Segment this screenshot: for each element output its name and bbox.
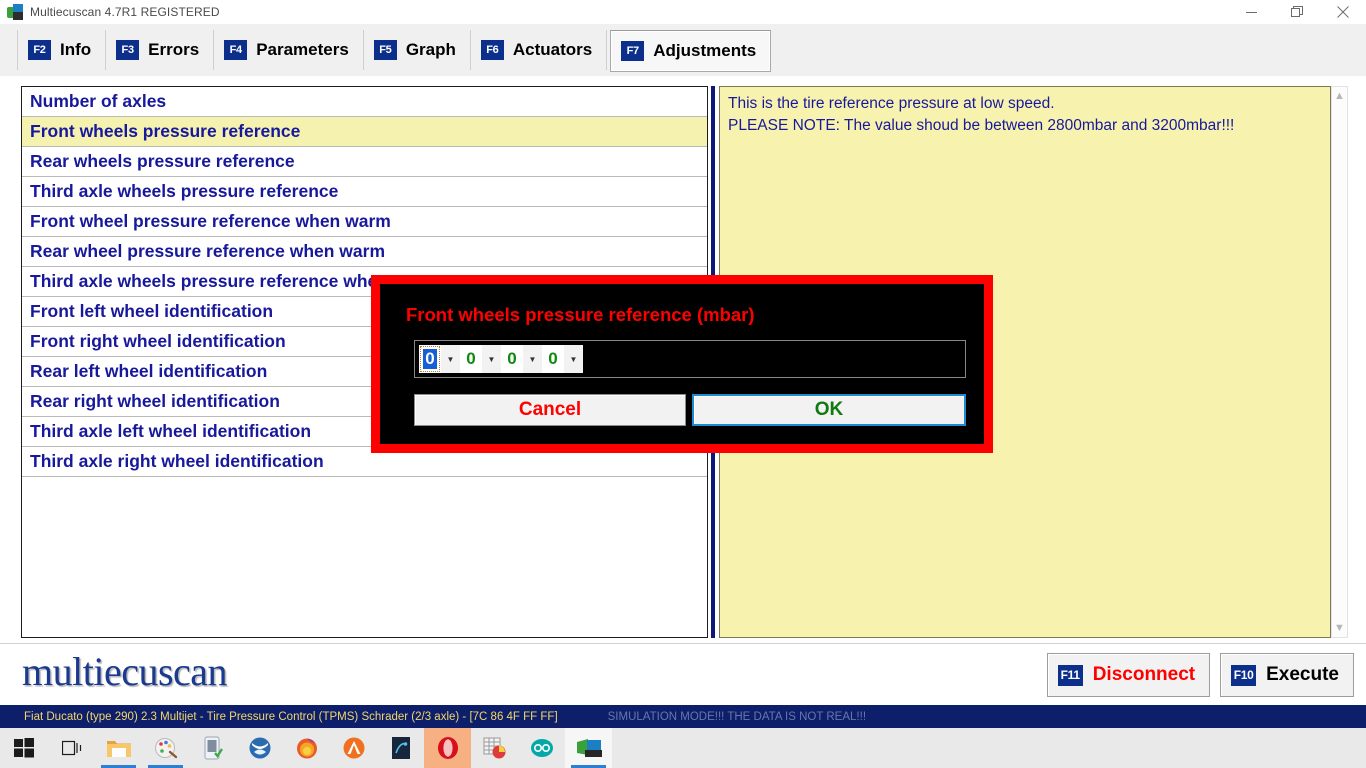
thunderbird-icon[interactable] — [236, 728, 283, 768]
chevron-down-icon[interactable]: ▼ — [441, 345, 460, 373]
tab-label: Info — [60, 40, 92, 59]
digit-cell-1[interactable]: 0 — [460, 345, 482, 373]
adjustment-label: Number of axles — [30, 91, 167, 111]
restore-icon[interactable] — [1274, 0, 1320, 24]
adjustment-row[interactable]: Third axle wheels pressure reference — [22, 177, 707, 207]
opera-icon[interactable] — [424, 728, 471, 768]
window-controls — [1228, 0, 1366, 24]
value-entry-dialog: Front wheels pressure reference (mbar) 0… — [371, 275, 993, 453]
fkey-badge: F3 — [116, 40, 140, 60]
digit-entry-field[interactable]: 0 ▼ 0 ▼ 0 ▼ 0 ▼ — [414, 340, 966, 378]
tab-label: Adjustments — [653, 41, 757, 60]
cancel-button[interactable]: Cancel — [414, 394, 686, 426]
close-icon[interactable] — [1320, 0, 1366, 24]
list-empty-area — [22, 477, 707, 637]
adjustment-label: Third axle right wheel identification — [30, 451, 324, 471]
digit-cell-2[interactable]: 0 — [501, 345, 523, 373]
excel-chart-icon[interactable] — [471, 728, 518, 768]
tab-bar: F2 Info F3 Errors F4 Parameters F5 Graph F6 Actua… — [0, 24, 1366, 77]
chevron-down-icon[interactable]: ▼ — [564, 345, 583, 373]
title-bar: Multiecuscan 4.7R1 REGISTERED — [0, 0, 1366, 24]
tab-graph[interactable]: F5 Graph — [362, 30, 471, 70]
ok-button[interactable]: OK — [692, 394, 966, 426]
windows-taskbar: 20:23 06/12/2021 — [0, 728, 1366, 768]
adjustment-label: Front right wheel identification — [30, 331, 286, 351]
info-line: This is the tire reference pressure at l… — [728, 95, 1055, 112]
scanner-app-icon[interactable] — [189, 728, 236, 768]
dialog-title: Front wheels pressure reference (mbar) — [406, 304, 755, 325]
tab-label: Parameters — [256, 40, 349, 59]
info-panel-scrollbar[interactable]: ▲ ▼ — [1331, 86, 1348, 638]
firefox-icon[interactable] — [283, 728, 330, 768]
adjustment-row[interactable]: Rear wheel pressure reference when warm — [22, 237, 707, 267]
fkey-badge: F5 — [373, 40, 397, 60]
digit-cell-3[interactable]: 0 — [542, 345, 564, 373]
execute-button[interactable]: F10 Execute — [1220, 653, 1354, 697]
fkey-badge: F6 — [480, 40, 504, 60]
dialog-actions: Cancel OK — [414, 394, 966, 426]
chevron-down-icon[interactable]: ▼ — [482, 345, 501, 373]
disconnect-button[interactable]: F11 Disconnect — [1046, 653, 1211, 697]
simulation-mode-text: SIMULATION MODE!!! THE DATA IS NOT REAL!… — [607, 710, 867, 723]
multiecuscan-wordmark: multiecuscan — [22, 649, 228, 694]
tab-info[interactable]: F2 Info — [17, 30, 107, 70]
adjustment-label: Front wheels pressure reference — [30, 121, 301, 141]
chevron-up-icon[interactable]: ▲ — [1332, 88, 1347, 104]
adjustment-label: Rear wheels pressure reference — [30, 151, 295, 171]
button-label: Execute — [1266, 664, 1339, 685]
tab-label: Actuators — [512, 40, 593, 59]
adjustment-row[interactable]: Rear wheels pressure reference — [22, 147, 707, 177]
digit-spinner-group[interactable]: 0 ▼ 0 ▼ 0 ▼ 0 ▼ — [419, 345, 583, 373]
adjustment-row[interactable]: Number of axles — [22, 87, 707, 117]
status-bar: Fiat Ducato (type 290) 2.3 Multijet - Ti… — [0, 705, 1366, 728]
digit-value: 0 — [548, 349, 558, 368]
acrobat-reader-icon[interactable] — [330, 728, 377, 768]
eagle-cad-icon[interactable] — [377, 728, 424, 768]
chevron-down-icon[interactable]: ▼ — [1332, 620, 1347, 636]
file-explorer-icon[interactable] — [95, 728, 142, 768]
adjustment-row[interactable]: Front wheel pressure reference when warm — [22, 207, 707, 237]
minimize-icon[interactable] — [1228, 0, 1274, 24]
fkey-badge: F7 — [621, 41, 645, 61]
tab-strip: F2 Info F3 Errors F4 Parameters F5 Graph F6 Actua… — [17, 30, 775, 72]
arduino-icon[interactable] — [518, 728, 565, 768]
tab-errors[interactable]: F3 Errors — [105, 30, 215, 70]
tab-adjustments[interactable]: F7 Adjustments — [610, 30, 772, 72]
tab-label: Errors — [148, 40, 200, 59]
fkey-badge: F10 — [1231, 664, 1257, 686]
tab-actuators[interactable]: F6 Actuators — [469, 30, 608, 70]
fkey-badge: F4 — [224, 40, 248, 60]
dialog-body: Front wheels pressure reference (mbar) 0… — [380, 284, 984, 444]
footer-bar: multiecuscan F11 Disconnect F10 Execute — [0, 643, 1366, 706]
footer-buttons: F11 Disconnect F10 Execute — [1046, 653, 1354, 697]
paint-icon[interactable] — [142, 728, 189, 768]
multiecuscan-logo-icon — [7, 4, 23, 20]
window-title: Multiecuscan 4.7R1 REGISTERED — [30, 5, 220, 19]
adjustment-label: Front wheel pressure reference when warm — [30, 211, 391, 231]
adjustment-label: Rear right wheel identification — [30, 391, 280, 411]
adjustment-label: Third axle left wheel identification — [30, 421, 312, 441]
fkey-badge: F11 — [1057, 664, 1083, 686]
tab-label: Graph — [405, 40, 456, 59]
button-label: Disconnect — [1092, 664, 1196, 685]
adjustment-label: Third axle wheels pressure reference — [30, 181, 339, 201]
adjustment-label: Rear wheel pressure reference when warm — [30, 241, 386, 261]
digit-value: 0 — [507, 349, 517, 368]
adjustment-row[interactable]: Front wheels pressure reference — [22, 117, 707, 147]
adjustment-label: Rear left wheel identification — [30, 361, 268, 381]
fkey-badge: F2 — [28, 40, 51, 60]
digit-value: 0 — [420, 346, 440, 372]
tab-parameters[interactable]: F4 Parameters — [213, 30, 364, 70]
adjustment-label: Front left wheel identification — [30, 301, 274, 321]
digit-cell-0[interactable]: 0 — [419, 345, 441, 373]
multiecuscan-icon[interactable] — [565, 728, 612, 768]
start-button-icon[interactable] — [0, 728, 48, 768]
task-view-icon[interactable] — [48, 728, 95, 768]
info-line: PLEASE NOTE: The value shoud be between … — [728, 117, 1235, 134]
digit-value: 0 — [466, 349, 476, 368]
chevron-down-icon[interactable]: ▼ — [523, 345, 542, 373]
application-window: Multiecuscan 4.7R1 REGISTERED F2 Info F3 Er… — [0, 0, 1366, 768]
vehicle-status-text: Fiat Ducato (type 290) 2.3 Multijet - Ti… — [24, 710, 558, 723]
